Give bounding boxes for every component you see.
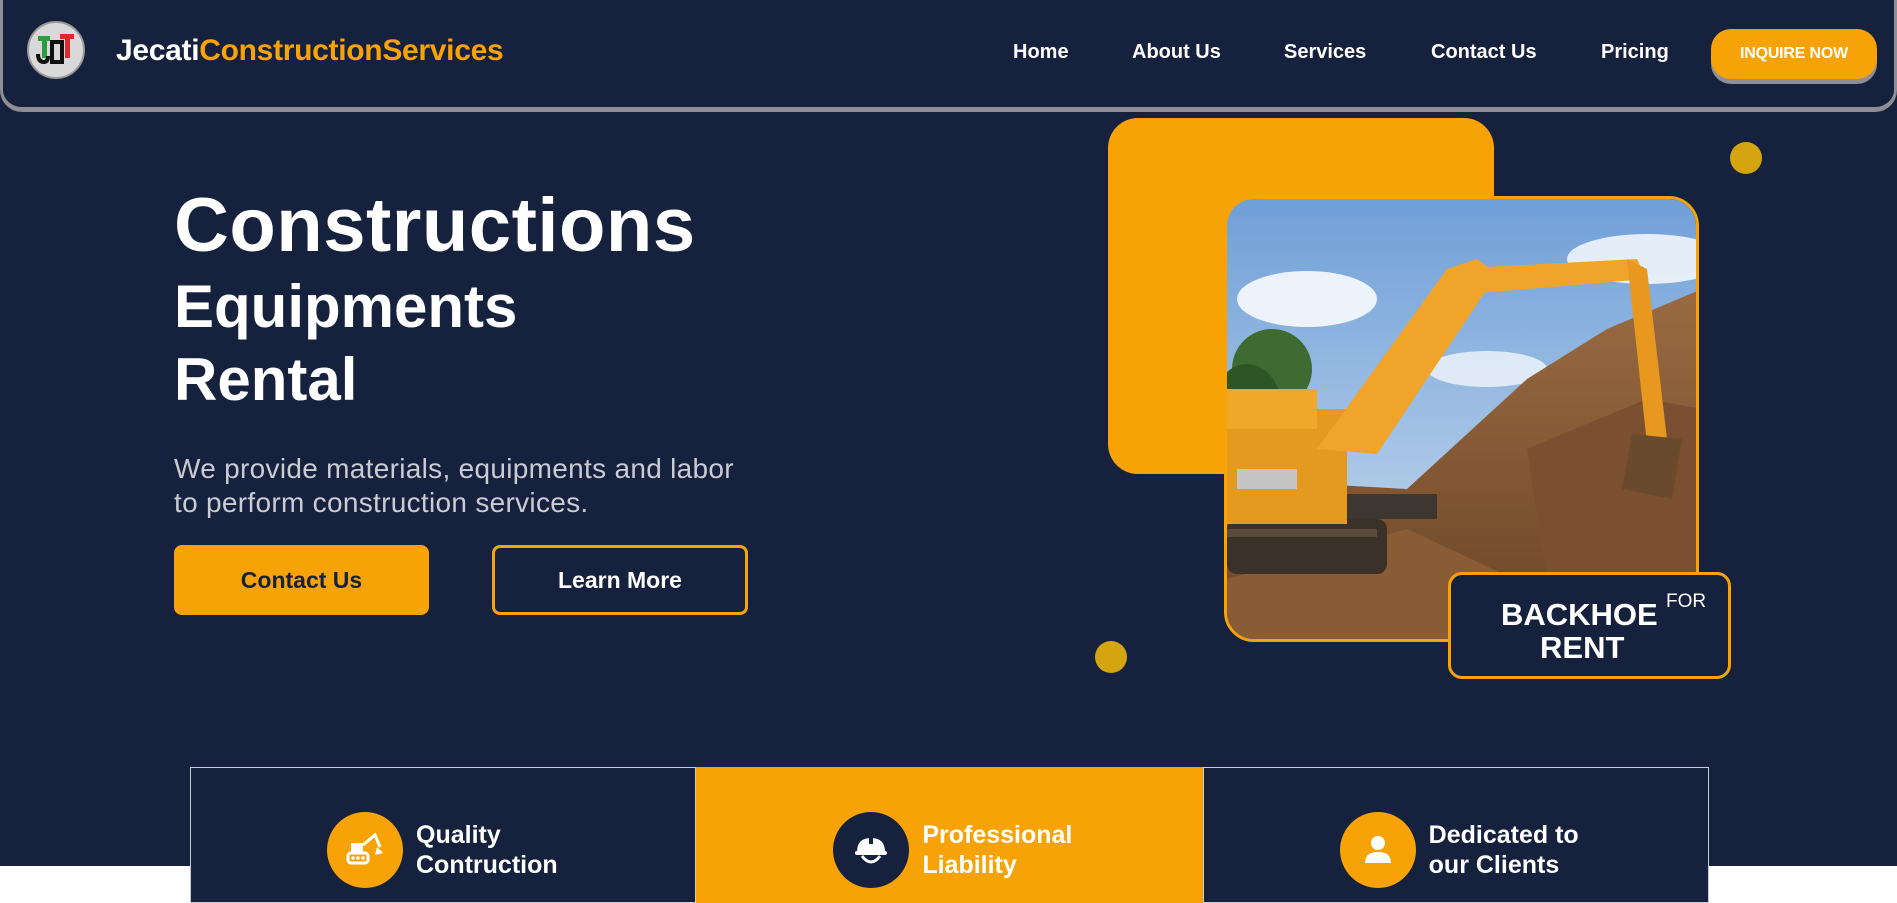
rent-card-title: BACKHOE: [1501, 597, 1658, 632]
nav-link-contact-us[interactable]: Contact Us: [1431, 41, 1537, 64]
hard-hat-icon: [855, 836, 888, 864]
rent-card-subtitle: RENT: [1540, 630, 1625, 665]
feature-title-line2: Contruction: [416, 851, 558, 879]
brand-name-part2: ConstructionServices: [199, 34, 504, 67]
learn-more-button[interactable]: Learn More: [492, 545, 748, 615]
hero-subtitle-line1: Equipments: [174, 273, 518, 340]
feature-title-line2: our Clients: [1428, 851, 1560, 879]
hero-title: Constructions: [174, 183, 696, 268]
feature-icon-badge: [1339, 812, 1416, 888]
nav-link-about-us[interactable]: About Us: [1132, 41, 1221, 64]
navbar: JecatiConstructionServices Home About Us…: [0, 0, 1897, 112]
feature-title: Quality Contruction: [416, 820, 616, 880]
nav-link-services[interactable]: Services: [1284, 41, 1366, 64]
hero-description: We provide materials, equipments and lab…: [174, 453, 734, 518]
logo[interactable]: [27, 21, 85, 79]
inquire-now-button[interactable]: INQUIRE NOW: [1711, 29, 1877, 79]
feature-title-line1: Quality: [416, 821, 501, 849]
decorative-dot: [1730, 142, 1762, 174]
hero-subtitle-line2: Rental: [174, 346, 358, 413]
brand-name[interactable]: JecatiConstructionServices: [116, 34, 504, 68]
feature-dedicated-to-clients[interactable]: Dedicated to our Clients: [1202, 767, 1709, 903]
contact-us-button[interactable]: Contact Us: [174, 545, 429, 615]
feature-title: Dedicated to our Clients: [1429, 820, 1629, 880]
feature-professional-liability[interactable]: Professional Liability: [696, 767, 1203, 903]
feature-title-line1: Dedicated to: [1428, 821, 1579, 849]
feature-title-line1: Professional: [922, 821, 1073, 849]
features-strip: Quality Contruction Professional Liabili…: [190, 767, 1709, 903]
feature-quality-construction[interactable]: Quality Contruction: [190, 767, 697, 903]
logo-icon: [36, 34, 74, 65]
nav-link-pricing[interactable]: Pricing: [1601, 41, 1669, 64]
decorative-dot: [1095, 641, 1127, 673]
rent-card-for-label: FOR: [1666, 591, 1707, 612]
feature-icon-badge: [833, 812, 910, 888]
user-icon: [1364, 836, 1391, 863]
nav-link-home[interactable]: Home: [1013, 41, 1069, 64]
backhoe-for-rent-card: BACKHOE FOR RENT: [1448, 572, 1731, 679]
feature-icon-badge: [327, 812, 403, 888]
feature-title-line2: Liability: [922, 851, 1017, 879]
excavator-icon: [346, 832, 383, 865]
feature-title: Professional Liability: [922, 820, 1122, 880]
brand-name-part1: Jecati: [116, 34, 200, 67]
